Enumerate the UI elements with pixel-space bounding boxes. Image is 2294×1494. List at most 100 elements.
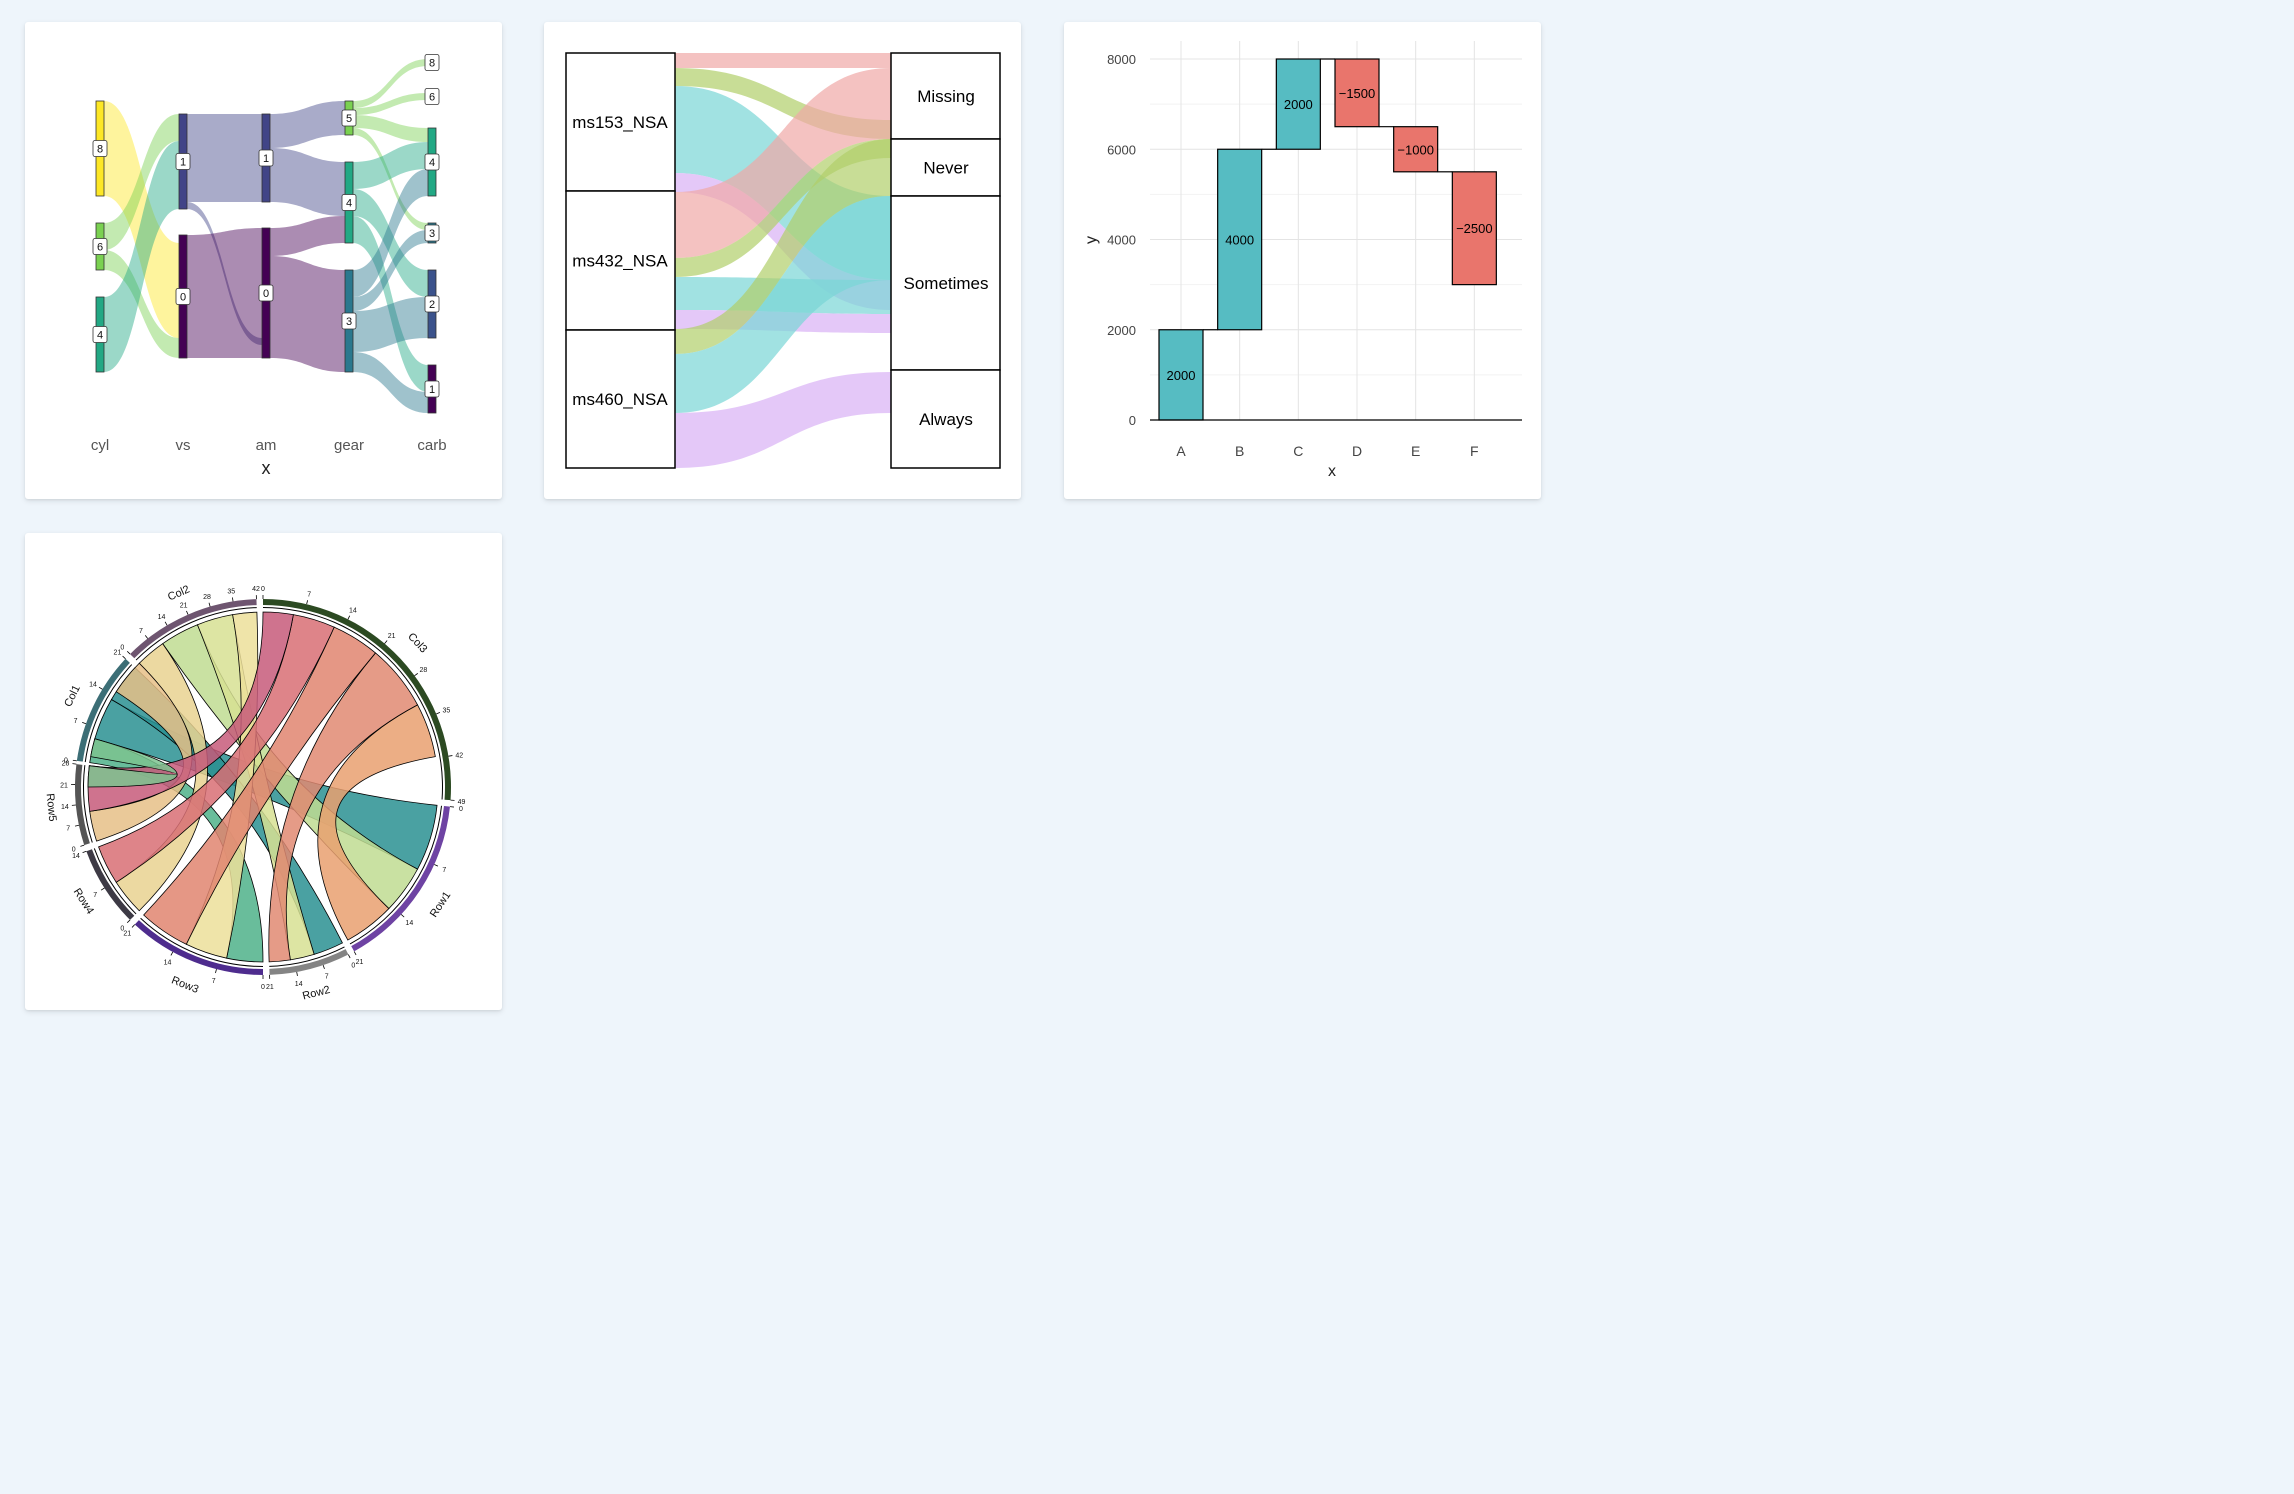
right-stratum-label: Missing (917, 87, 975, 106)
left-stratum-label: ms460_NSA (572, 390, 668, 409)
sector-tick-label: 14 (158, 614, 166, 621)
sector-tick (448, 755, 453, 757)
alluvium-flow (270, 216, 345, 256)
sector-tick (436, 712, 441, 715)
sector-tick-label: 7 (74, 718, 78, 725)
sector-tick (170, 951, 174, 956)
sector-name-label: Row4 (71, 886, 96, 916)
sector-name-label: Col1 (62, 683, 83, 709)
sector-tick-label: 0 (120, 644, 124, 651)
sector-tick-label: 0 (351, 962, 355, 969)
bar-value-label: 2000 (1167, 368, 1196, 383)
sector-tick-label: 28 (203, 594, 211, 601)
sector-tick-label: 14 (349, 607, 357, 614)
sector-tick-label: 21 (123, 931, 131, 938)
survey-alluvial-card: ms153_NSA ms432_NSA ms460_NSA Missing Never S… (544, 22, 1021, 499)
waterfall-chart: 0 2000 4000 6000 8000 2000 A 4000 B 2000 C −1500 D −1… (1083, 41, 1522, 480)
sector-name-label: Row1 (428, 890, 454, 920)
y-tick-label: 4000 (1107, 233, 1136, 248)
stratum-label: 6 (97, 242, 103, 254)
sector-tick (322, 964, 325, 970)
sector-tick-label: 42 (455, 752, 463, 759)
x-tick-label: A (1176, 443, 1186, 459)
stratum-label: 4 (429, 157, 435, 169)
sector-name-label: Row3 (170, 974, 201, 995)
stratum-label: 8 (429, 58, 435, 70)
alluvial-chart-card: 8 6 4 cyl 1 0 vs 1 0 am 5 4 3 gear 8 6 4 3 2 1 carb x (25, 22, 502, 499)
sector-tick-label: 7 (66, 826, 70, 833)
x-tick-label: am (256, 437, 277, 454)
sector-tick (296, 971, 298, 976)
sector-tick-label: 0 (459, 806, 463, 813)
stratum-label: 3 (346, 316, 352, 328)
sector-tick-label: 35 (442, 708, 450, 715)
alluvium-flow (270, 148, 345, 216)
stratum-label: 4 (346, 198, 352, 210)
sector-tick-label: 7 (307, 591, 311, 598)
stratum-label: 6 (429, 92, 435, 104)
sector-tick (208, 602, 211, 607)
y-tick-label: 6000 (1107, 142, 1136, 157)
stratum-label: 4 (97, 330, 103, 342)
sector-tick-label: 7 (325, 974, 329, 981)
sector-tick-label: 14 (405, 920, 413, 927)
waterfall-chart-card: 0 2000 4000 6000 8000 2000 A 4000 B 2000 C −1500 D −1… (1064, 22, 1541, 499)
sector-tick-label: 14 (295, 981, 303, 988)
sector-tick (353, 951, 357, 956)
stratum-label: 1 (180, 157, 186, 169)
sector-tick (82, 722, 87, 725)
sector-name-label: Col3 (405, 631, 429, 656)
x-tick-label: carb (417, 437, 446, 454)
bar-value-label: 4000 (1225, 233, 1254, 248)
sector-tick-label: 0 (261, 586, 265, 593)
sector-tick-label: 21 (60, 782, 68, 789)
alluvial-chart: 8 6 4 cyl 1 0 vs 1 0 am 5 4 3 gear 8 6 4 3 2 1 carb x (91, 54, 447, 478)
sector-tick-label: 21 (388, 633, 396, 640)
stratum-label: 5 (346, 113, 352, 125)
sector-tick (126, 650, 131, 655)
sector-tick (434, 864, 439, 867)
chord-diagram: 07142128354249Col3071421Row1071421 Row207… (44, 583, 466, 1002)
x-tick-label: cyl (91, 437, 109, 454)
survey-alluvial-chart: ms153_NSA ms432_NSA ms460_NSA Missing Never S… (565, 52, 1001, 469)
sector-tick-label: 7 (139, 628, 143, 635)
alluvium-flow (187, 228, 262, 358)
sector-tick-label: 0 (64, 757, 68, 764)
bar-value-label: −2500 (1456, 221, 1493, 236)
x-tick-label: gear (334, 437, 364, 454)
y-tick-label: 8000 (1107, 52, 1136, 67)
sector-tick (347, 954, 351, 959)
x-tick-label: C (1293, 443, 1303, 459)
sector-tick-label: 28 (420, 667, 428, 674)
y-tick-label: 2000 (1107, 323, 1136, 338)
y-tick-label: 0 (1129, 413, 1136, 428)
stratum-label: 3 (429, 228, 435, 240)
alluvium-flow (270, 101, 345, 148)
sector-tick (215, 969, 217, 974)
stratum-label: 2 (429, 299, 435, 311)
sector-tick-label: 14 (72, 853, 80, 860)
sector-tick (232, 597, 234, 602)
y-axis-label: y (1083, 236, 1100, 244)
sector-tick (74, 824, 80, 827)
x-tick-label: D (1352, 443, 1362, 459)
sector-name-label: Col2 (166, 583, 192, 603)
sector-tick-label: 0 (72, 846, 76, 853)
sector-tick (80, 844, 85, 847)
alluvium-flow (675, 53, 891, 68)
bar-value-label: −1500 (1339, 86, 1376, 101)
sector-tick-label: 21 (356, 959, 364, 966)
sector-tick (72, 759, 77, 762)
sector-tick-label: 7 (212, 978, 216, 985)
sector-tick-label: 35 (227, 589, 235, 596)
sector-tick-label: 0 (120, 926, 124, 933)
stratum-label: 0 (263, 288, 269, 300)
right-stratum-label: Always (919, 410, 973, 429)
stratum-label: 1 (263, 153, 269, 165)
left-stratum-label: ms153_NSA (572, 113, 668, 132)
sector-tick (98, 686, 103, 690)
bar-value-label: 2000 (1284, 97, 1313, 112)
sector-tick-label: 14 (89, 682, 97, 689)
x-axis-label: x (1328, 463, 1336, 480)
x-axis-label: x (262, 458, 271, 478)
